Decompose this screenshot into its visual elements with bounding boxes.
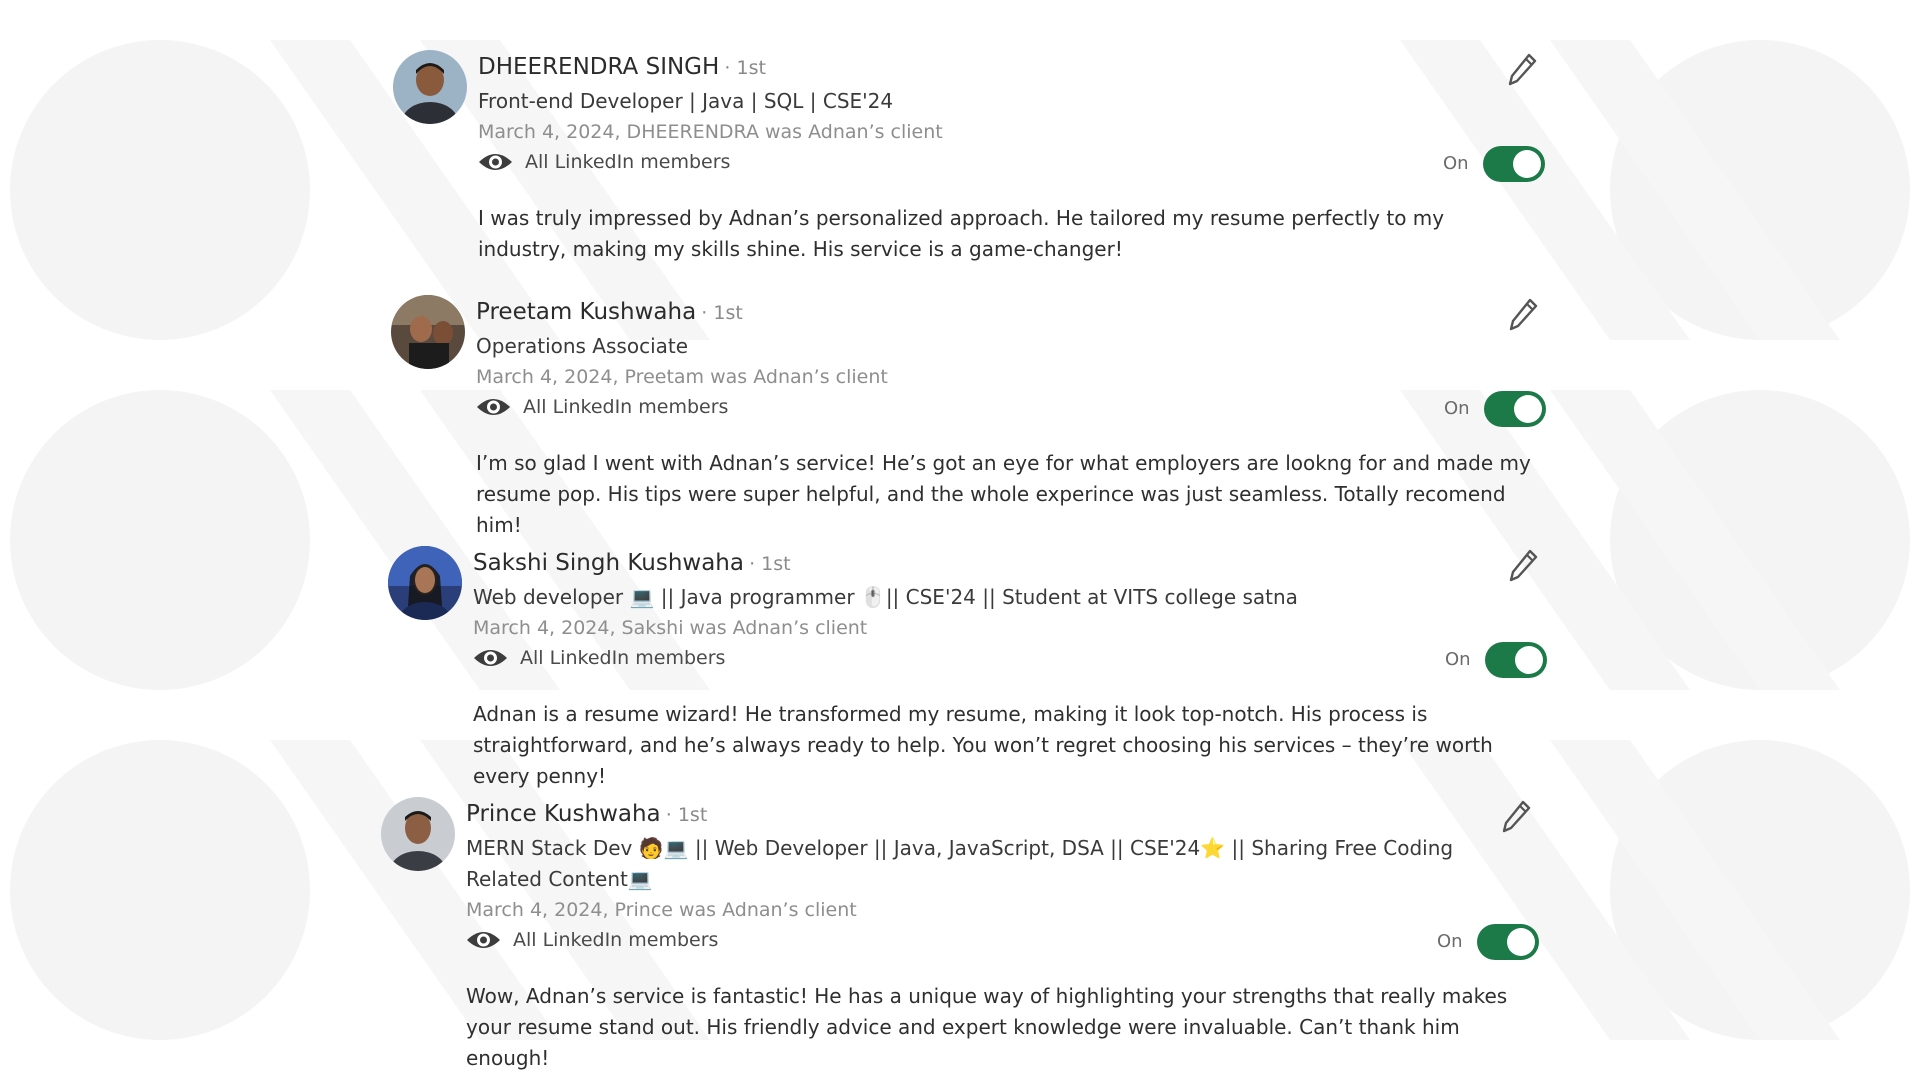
recommendation-text: Adnan is a resume wizard! He transformed… — [473, 702, 1493, 788]
connection-degree: · 1st — [665, 804, 708, 826]
toggle-knob — [1513, 395, 1542, 423]
pencil-icon — [1509, 549, 1538, 582]
edit-button[interactable] — [1509, 297, 1539, 331]
avatar[interactable] — [381, 797, 455, 871]
visibility-label: All LinkedIn members — [523, 396, 729, 418]
pencil-icon — [1502, 800, 1531, 833]
recommendation-date: March 4, 2024, Prince was Adnan’s client — [466, 899, 857, 921]
visibility-toggle[interactable] — [1483, 391, 1546, 427]
connection-degree: · 1st — [724, 57, 766, 79]
member-headline: Front-end Developer | Java | SQL | CSE'2… — [478, 89, 894, 113]
visibility-toggle-group: On — [1437, 924, 1539, 960]
eye-icon — [474, 650, 507, 666]
eye-icon — [477, 399, 510, 415]
toggle-knob — [1512, 150, 1541, 178]
avatar[interactable] — [393, 50, 467, 124]
member-name[interactable]: DHEERENDRA SINGH — [478, 54, 719, 80]
member-name[interactable]: Preetam Kushwaha — [476, 299, 696, 325]
recommendation-card: DHEERENDRA SINGH · 1st Front-end Develop… — [0, 50, 1920, 280]
visibility-toggle-group: On — [1443, 146, 1545, 182]
avatar[interactable] — [391, 295, 465, 369]
eye-icon — [479, 154, 512, 170]
visibility-setting: All LinkedIn members — [478, 149, 730, 175]
toggle-state-label: On — [1437, 931, 1463, 952]
connection-degree: · 1st — [701, 302, 743, 324]
recommendation-card: Sakshi Singh Kushwaha · 1st Web develope… — [0, 546, 1920, 788]
recommendation-card: Prince Kushwaha · 1st MERN Stack Dev 🧑💻 … — [0, 797, 1920, 1070]
recommendation-text: I’m so glad I went with Adnan’s service!… — [476, 451, 1531, 537]
recommendation-date: March 4, 2024, Preetam was Adnan’s clien… — [476, 366, 888, 388]
toggle-state-label: On — [1444, 398, 1470, 419]
visibility-label: All LinkedIn members — [513, 929, 719, 951]
visibility-toggle[interactable] — [1476, 924, 1539, 960]
pencil-icon — [1509, 298, 1538, 331]
visibility-setting: All LinkedIn members — [476, 394, 728, 420]
visibility-toggle[interactable] — [1482, 146, 1545, 182]
recommendation-text: I was truly impressed by Adnan’s persona… — [478, 206, 1445, 261]
visibility-toggle-group: On — [1444, 391, 1546, 427]
member-headline: MERN Stack Dev 🧑💻 || Web Developer || Ja… — [466, 836, 1454, 891]
member-headline: Web developer 💻 || Java programmer 🖱️|| … — [473, 585, 1298, 609]
member-headline: Operations Associate — [476, 334, 689, 358]
recommendation-card: Preetam Kushwaha · 1st Operations Associ… — [0, 295, 1920, 537]
visibility-toggle[interactable] — [1484, 642, 1547, 678]
toggle-state-label: On — [1443, 153, 1469, 174]
toggle-knob — [1506, 928, 1535, 956]
visibility-setting: All LinkedIn members — [466, 927, 718, 953]
recommendation-date: March 4, 2024, Sakshi was Adnan’s client — [473, 617, 868, 639]
toggle-knob — [1514, 646, 1543, 674]
member-name[interactable]: Prince Kushwaha — [466, 801, 661, 827]
recommendation-date: March 4, 2024, DHEERENDRA was Adnan’s cl… — [478, 121, 943, 143]
visibility-toggle-group: On — [1445, 642, 1547, 678]
avatar[interactable] — [388, 546, 462, 620]
edit-button[interactable] — [1502, 799, 1532, 833]
pencil-icon — [1508, 53, 1537, 86]
connection-degree: · 1st — [749, 553, 791, 575]
visibility-setting: All LinkedIn members — [473, 645, 725, 671]
recommendation-text: Wow, Adnan’s service is fantastic! He ha… — [466, 984, 1508, 1070]
visibility-label: All LinkedIn members — [525, 151, 731, 173]
edit-button[interactable] — [1509, 548, 1539, 582]
toggle-state-label: On — [1445, 649, 1471, 670]
eye-icon — [467, 932, 500, 948]
edit-button[interactable] — [1508, 52, 1538, 86]
member-name[interactable]: Sakshi Singh Kushwaha — [473, 550, 744, 576]
visibility-label: All LinkedIn members — [520, 647, 726, 669]
